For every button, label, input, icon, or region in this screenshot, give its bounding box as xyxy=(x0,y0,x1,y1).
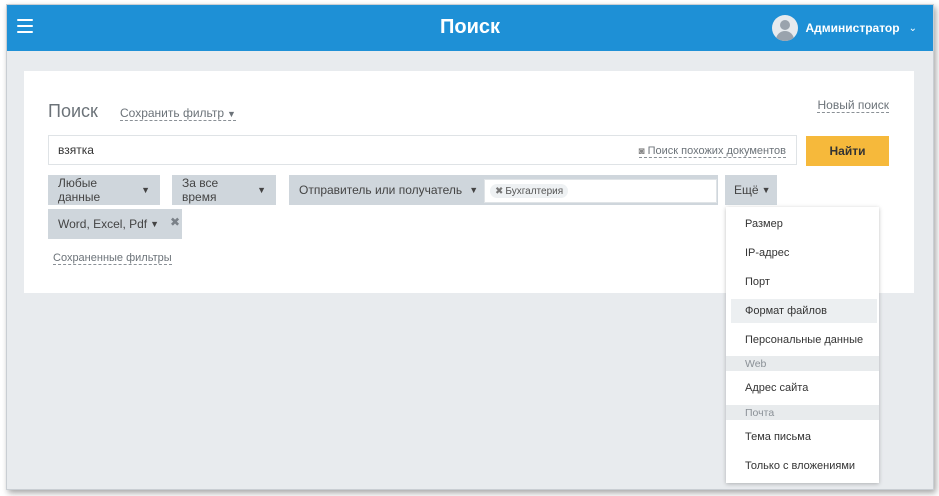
recipient-tag-label: Бухгалтерия xyxy=(505,185,564,197)
menu-item-ip-address[interactable]: IP-адрес xyxy=(731,241,877,265)
search-box: ◙Поиск похожих документов xyxy=(48,135,797,165)
time-filter-label: За все время xyxy=(182,176,219,204)
new-search-link[interactable]: Новый поиск xyxy=(817,98,889,113)
recipient-tag: ✖ Бухгалтерия xyxy=(490,184,569,198)
caret-down-icon: ▼ xyxy=(761,185,771,195)
saved-filters-link[interactable]: Сохраненные фильтры xyxy=(53,252,172,265)
menu-item-personal-data[interactable]: Персональные данные xyxy=(731,328,877,352)
menu-item-file-format[interactable]: Формат файлов xyxy=(731,299,877,323)
time-filter[interactable]: За все время ▼ xyxy=(172,175,276,205)
more-filters-label: Ещё xyxy=(734,183,759,197)
menu-group-mail: Почта xyxy=(726,405,879,420)
close-icon[interactable]: ✖ xyxy=(495,186,503,197)
chevron-down-icon: ⌄ xyxy=(908,22,917,34)
any-data-label: Любые данные xyxy=(58,176,101,204)
caret-down-icon: ▼ xyxy=(150,219,160,229)
sender-recipient-label: Отправитель или получатель xyxy=(299,183,463,197)
menu-item-site-address[interactable]: Адрес сайта xyxy=(731,376,877,400)
search-heading: Поиск xyxy=(48,101,98,121)
caret-down-icon: ▼ xyxy=(227,109,236,119)
recipient-tags-input[interactable]: ✖ Бухгалтерия xyxy=(484,179,717,203)
file-format-label: Word, Excel, Pdf xyxy=(58,217,148,231)
file-format-filter[interactable]: Word, Excel, Pdf ▼ xyxy=(48,209,182,239)
user-menu[interactable]: Администратор ⌄ xyxy=(771,14,917,42)
user-name: Администратор xyxy=(805,21,900,35)
menu-item-with-attachments[interactable]: Только с вложениями xyxy=(731,454,877,478)
hamburger-icon[interactable] xyxy=(17,19,33,33)
save-filter-link[interactable]: Сохранить фильтр ▼ xyxy=(120,106,236,121)
more-filters-button[interactable]: Ещё ▼ xyxy=(725,175,777,205)
caret-down-icon: ▼ xyxy=(141,185,150,195)
more-filters-dropdown: Размер IP-адрес Порт Формат файлов Персо… xyxy=(726,207,879,483)
menu-item-size[interactable]: Размер xyxy=(731,212,877,236)
menu-item-mail-subject[interactable]: Тема письма xyxy=(731,425,877,449)
find-button[interactable]: Найти xyxy=(806,136,889,166)
menu-group-web: Web xyxy=(726,356,879,371)
similar-documents-label: Поиск похожих документов xyxy=(647,145,786,157)
top-bar: Поиск Администратор ⌄ xyxy=(7,5,933,51)
caret-down-icon: ▼ xyxy=(257,185,266,195)
binoculars-icon: ◙ xyxy=(638,146,645,157)
save-filter-label: Сохранить фильтр xyxy=(120,106,225,120)
app-window: Поиск Администратор ⌄ Поиск Сохранить фи… xyxy=(6,4,934,490)
search-input[interactable] xyxy=(58,136,558,164)
any-data-filter[interactable]: Любые данные ▼ xyxy=(48,175,160,205)
user-avatar-icon xyxy=(771,15,798,41)
close-icon[interactable]: ✖ xyxy=(170,215,180,229)
similar-documents-link[interactable]: ◙ Поиск похожих документов xyxy=(638,145,786,158)
menu-item-port[interactable]: Порт xyxy=(731,270,877,294)
caret-down-icon: ▼ xyxy=(469,185,479,195)
